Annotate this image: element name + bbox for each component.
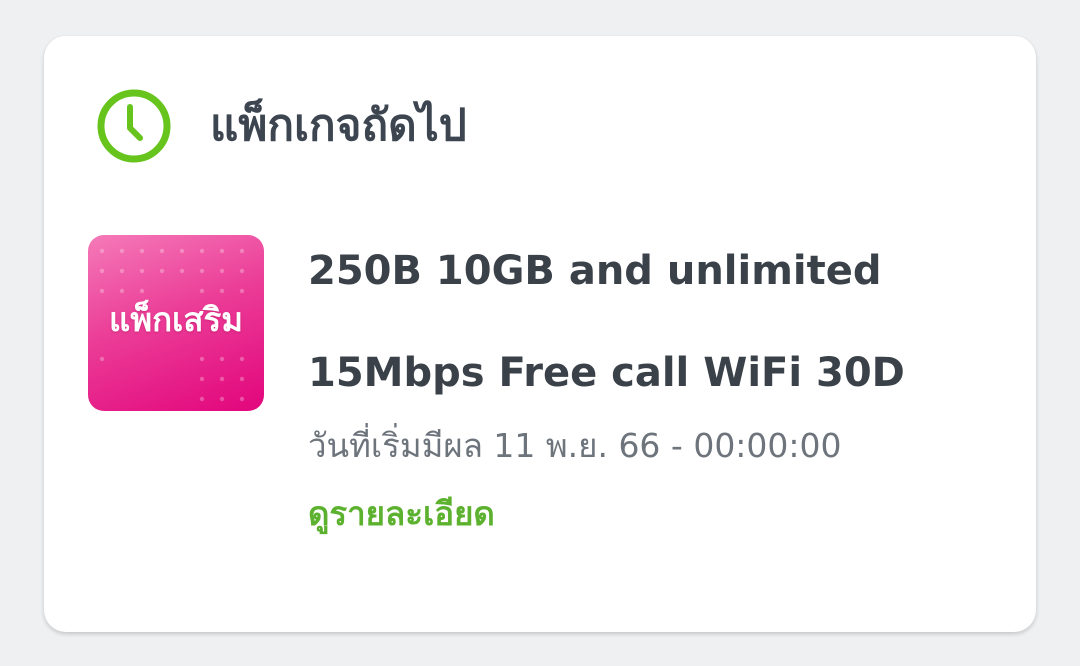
clock-icon bbox=[97, 89, 171, 163]
package-thumbnail[interactable]: แพ็กเสริม bbox=[88, 235, 264, 411]
view-details-link[interactable]: ดูรายละเอียด bbox=[308, 492, 495, 536]
card-header: แพ็กเกจถัดไป bbox=[96, 88, 467, 164]
card-title: แพ็กเกจถัดไป bbox=[210, 100, 467, 151]
next-package-card: แพ็กเกจถัดไป แพ็กเสริม 250B 10GB and unl… bbox=[44, 36, 1036, 632]
package-badge-label: แพ็กเสริม bbox=[109, 300, 243, 339]
package-name-line-2: 15Mbps Free call WiFi 30D bbox=[308, 350, 905, 396]
package-name-line-1: 250B 10GB and unlimited bbox=[308, 248, 882, 294]
package-start-date: วันที่เริ่มมีผล 11 พ.ย. 66 - 00:00:00 bbox=[308, 426, 842, 465]
package-info: 250B 10GB and unlimited 15Mbps Free call… bbox=[308, 246, 1008, 536]
